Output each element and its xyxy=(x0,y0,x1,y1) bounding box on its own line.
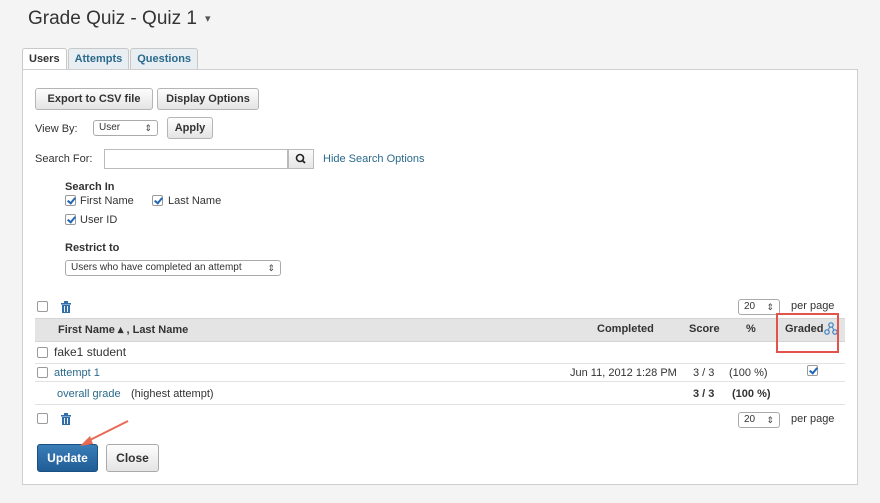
tab-questions[interactable]: Questions xyxy=(130,48,199,69)
select-arrows-icon: ⇕ xyxy=(766,415,774,425)
attempt-completed: Jun 11, 2012 1:28 PM xyxy=(570,367,677,379)
first-name-checkbox[interactable] xyxy=(65,195,76,206)
select-all-checkbox-bottom[interactable] xyxy=(37,413,48,424)
search-for-label: Search For: xyxy=(35,153,93,165)
select-arrows-icon: ⇕ xyxy=(267,263,275,273)
column-name-header[interactable]: First Name ▴ , Last Name xyxy=(58,323,188,336)
restrict-to-select[interactable]: Users who have completed an attempt ⇕ xyxy=(65,260,281,276)
overall-grade-link[interactable]: overall grade xyxy=(57,388,121,400)
search-button[interactable] xyxy=(288,149,314,169)
per-page-label: per page xyxy=(791,300,835,312)
search-input[interactable] xyxy=(104,149,288,169)
last-name-checkbox[interactable] xyxy=(152,195,163,206)
page-title-text: Grade Quiz - Quiz 1 xyxy=(28,8,197,29)
overall-percent: (100 %) xyxy=(732,388,771,400)
update-button[interactable]: Update xyxy=(37,444,98,472)
users-panel: Export to CSV file Display Options View … xyxy=(22,69,858,485)
attempt-percent: (100 %) xyxy=(729,367,768,379)
row-divider xyxy=(35,404,845,405)
graded-highlight-box xyxy=(776,313,839,353)
tab-attempts[interactable]: Attempts xyxy=(67,48,130,69)
search-in-heading: Search In xyxy=(65,181,115,193)
row-divider xyxy=(35,381,845,382)
per-page-label: per page xyxy=(791,413,835,425)
page-title: Grade Quiz - Quiz 1 ▾ xyxy=(28,8,210,30)
display-options-button[interactable]: Display Options xyxy=(157,88,259,110)
attempt-row-checkbox[interactable] xyxy=(37,367,48,378)
view-by-value: User xyxy=(99,122,121,133)
apply-button[interactable]: Apply xyxy=(167,117,213,139)
column-score-header: Score xyxy=(689,323,720,335)
search-icon xyxy=(295,153,306,164)
per-page-select-bottom[interactable]: 20 ⇕ xyxy=(738,412,780,428)
title-dropdown-icon[interactable]: ▾ xyxy=(205,13,211,25)
hide-search-options-link[interactable]: Hide Search Options xyxy=(323,153,425,165)
overall-grade-note: (highest attempt) xyxy=(131,388,214,400)
export-csv-button[interactable]: Export to CSV file xyxy=(35,88,153,110)
column-percent-header: % xyxy=(746,323,756,335)
per-page-value: 20 xyxy=(744,414,756,425)
close-button[interactable]: Close xyxy=(106,444,159,472)
select-arrows-icon: ⇕ xyxy=(144,123,152,133)
attempt-graded-checkbox[interactable] xyxy=(807,365,818,376)
trash-icon[interactable] xyxy=(60,300,72,314)
view-by-label: View By: xyxy=(35,123,78,135)
user-id-checkbox[interactable] xyxy=(65,214,76,225)
restrict-to-heading: Restrict to xyxy=(65,242,120,254)
restrict-to-value: Users who have completed an attempt xyxy=(71,262,242,273)
tab-users[interactable]: Users xyxy=(22,48,67,70)
per-page-value: 20 xyxy=(744,301,756,312)
attempt-score: 3 / 3 xyxy=(693,367,715,379)
select-all-checkbox[interactable] xyxy=(37,301,48,312)
attempt-link[interactable]: attempt 1 xyxy=(54,367,100,379)
user-row-checkbox[interactable] xyxy=(37,347,48,358)
first-name-label: First Name xyxy=(80,195,134,207)
row-divider xyxy=(35,363,845,364)
column-completed-header: Completed xyxy=(597,323,654,335)
tab-bar: Users Attempts Questions xyxy=(22,48,199,70)
last-name-label: Last Name xyxy=(168,195,222,207)
view-by-select[interactable]: User ⇕ xyxy=(93,120,158,136)
trash-icon[interactable] xyxy=(60,412,72,426)
overall-score: 3 / 3 xyxy=(693,388,715,400)
user-id-label: User ID xyxy=(80,214,118,226)
select-arrows-icon: ⇕ xyxy=(766,302,774,312)
user-name: fake1 student xyxy=(54,345,127,359)
per-page-select-top[interactable]: 20 ⇕ xyxy=(738,299,780,315)
